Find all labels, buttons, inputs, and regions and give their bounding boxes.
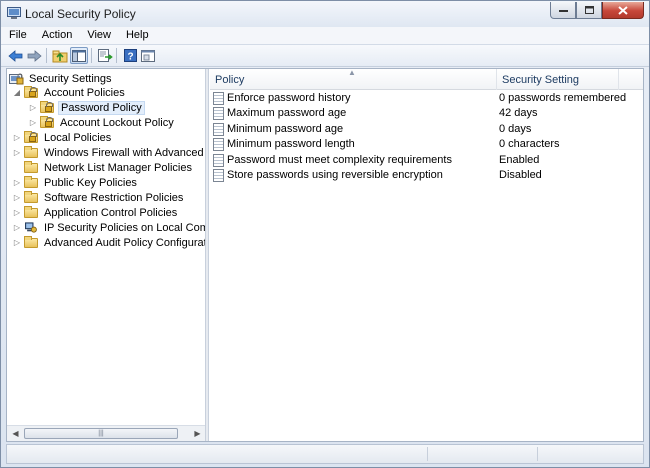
tree-item-public-key-policies[interactable]: ▷ Public Key Policies <box>13 175 139 190</box>
table-row[interactable]: Enforce password history 0 passwords rem… <box>210 91 643 106</box>
expand-arrow-icon[interactable]: ▷ <box>13 145 21 160</box>
table-row[interactable]: Minimum password age 0 days <box>210 122 643 137</box>
security-settings-icon <box>9 72 24 85</box>
main-window: Local Security Policy File Action View H… <box>0 0 650 468</box>
menu-bar: File Action View Help <box>1 27 649 45</box>
collapse-arrow-icon[interactable]: ◢ <box>13 85 21 100</box>
export-list-icon <box>97 49 113 62</box>
window-title: Local Security Policy <box>25 7 136 21</box>
scrollbar-thumb[interactable]: ||| <box>24 428 178 439</box>
status-bar <box>6 444 644 464</box>
pane-splitter[interactable] <box>206 69 209 441</box>
table-row[interactable]: Maximum password age 42 days <box>210 106 643 121</box>
policy-icon <box>213 107 224 120</box>
help-button[interactable]: ? <box>121 47 139 64</box>
policy-icon <box>213 154 224 167</box>
svg-text:?: ? <box>127 52 133 63</box>
column-header-policy[interactable]: ▲ Policy <box>210 68 497 90</box>
menu-help[interactable]: Help <box>118 27 156 44</box>
tree-item-account-lockout-policy[interactable]: ▷ Account Lockout Policy <box>29 115 176 130</box>
column-header-security-setting[interactable]: Security Setting <box>497 69 619 90</box>
policy-icon <box>213 92 224 105</box>
forward-button[interactable] <box>25 47 43 64</box>
tree-item-account-policies[interactable]: ◢ Account Policies <box>13 85 127 100</box>
minimize-button[interactable] <box>550 2 576 19</box>
scroll-left-icon[interactable]: ◀ <box>8 426 23 441</box>
policy-list: ▲ Policy Security Setting Enforce passwo… <box>210 68 643 441</box>
tree-item-ip-security[interactable]: ▷ IP Security Policies on Local Compute <box>13 220 205 235</box>
minimize-icon <box>558 10 568 12</box>
expand-arrow-icon[interactable]: ▷ <box>13 190 21 205</box>
app-icon <box>7 7 21 19</box>
expand-arrow-icon[interactable]: ▷ <box>13 220 21 235</box>
content-area: Security Settings ◢ Account Policies ▷ P… <box>6 68 644 442</box>
title-bar[interactable]: Local Security Policy <box>1 1 649 27</box>
close-button[interactable] <box>602 2 644 19</box>
tree-item-application-control[interactable]: ▷ Application Control Policies <box>13 205 179 220</box>
back-icon <box>7 49 22 62</box>
policy-icon <box>213 123 224 136</box>
tree-pane: Security Settings ◢ Account Policies ▷ P… <box>7 69 206 441</box>
tree-horizontal-scrollbar[interactable]: ◀ ||| ▶ <box>7 425 205 441</box>
expand-arrow-icon[interactable]: ▷ <box>13 175 21 190</box>
expand-arrow-icon[interactable]: ▷ <box>29 100 37 115</box>
maximize-icon <box>584 6 594 14</box>
table-row[interactable]: Password must meet complexity requiremen… <box>210 153 643 168</box>
folder-lock-icon <box>24 86 39 99</box>
menu-view[interactable]: View <box>79 27 118 44</box>
up-folder-button[interactable] <box>51 47 69 64</box>
expand-arrow-icon[interactable]: ▷ <box>29 115 37 130</box>
folder-lock-icon <box>24 131 39 144</box>
ipsec-icon <box>24 221 39 234</box>
tree-item-local-policies[interactable]: ▷ Local Policies <box>13 130 113 145</box>
export-list-button[interactable] <box>96 47 114 64</box>
toolbar: ? <box>1 45 649 67</box>
menu-file[interactable]: File <box>1 27 34 44</box>
folder-icon <box>24 146 39 159</box>
show-hide-tree-button[interactable] <box>70 47 88 64</box>
tree-label: Security Settings <box>29 72 112 85</box>
maximize-button[interactable] <box>576 2 602 19</box>
tree-item-software-restriction[interactable]: ▷ Software Restriction Policies <box>13 190 185 205</box>
show-hide-tree-icon <box>72 49 86 62</box>
list-header: ▲ Policy Security Setting <box>210 68 643 90</box>
expand-arrow-icon[interactable]: ▷ <box>13 205 21 220</box>
expand-arrow-icon[interactable]: ▷ <box>13 130 21 145</box>
properties-icon <box>141 49 155 62</box>
folder-icon <box>24 206 39 219</box>
table-row[interactable]: Minimum password length 0 characters <box>210 137 643 152</box>
scroll-right-icon[interactable]: ▶ <box>190 426 205 441</box>
sort-ascending-icon: ▲ <box>348 68 356 77</box>
expand-arrow-icon[interactable]: ▷ <box>13 235 21 250</box>
folder-lock-icon <box>40 116 55 129</box>
back-button[interactable] <box>6 47 24 64</box>
folder-icon <box>24 176 39 189</box>
folder-lock-icon <box>40 101 55 114</box>
folder-icon <box>24 191 39 204</box>
folder-icon <box>24 236 39 249</box>
tree-item-network-list-manager[interactable]: Network List Manager Policies <box>13 160 194 175</box>
forward-icon <box>27 49 42 62</box>
tree-item-password-policy[interactable]: ▷ Password Policy <box>29 100 145 115</box>
up-folder-icon <box>52 50 68 62</box>
policy-icon <box>213 138 224 151</box>
properties-button[interactable] <box>139 47 157 64</box>
tree-item-advanced-audit[interactable]: ▷ Advanced Audit Policy Configuration <box>13 235 205 250</box>
table-row[interactable]: Store passwords using reversible encrypt… <box>210 168 643 183</box>
tree-item-security-settings[interactable]: Security Settings <box>9 71 114 86</box>
tree-item-windows-firewall[interactable]: ▷ Windows Firewall with Advanced Secu <box>13 145 205 160</box>
folder-icon <box>24 161 39 174</box>
help-icon: ? <box>123 49 137 63</box>
close-icon <box>618 5 628 15</box>
policy-icon <box>213 169 224 182</box>
menu-action[interactable]: Action <box>34 27 80 44</box>
